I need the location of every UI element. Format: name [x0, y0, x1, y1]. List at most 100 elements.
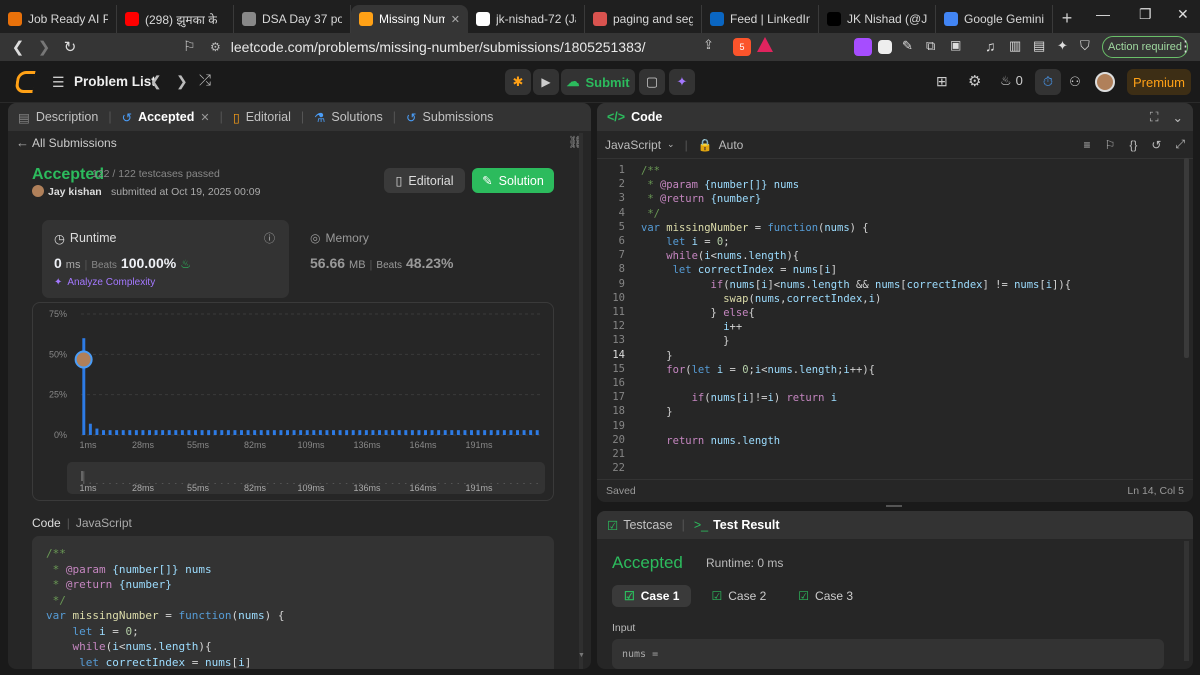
menu-icon[interactable]: ⋮ [1178, 37, 1193, 55]
add-friend-button[interactable]: ⚇ [1063, 69, 1087, 95]
info-icon[interactable]: ⓘ [264, 230, 275, 246]
code-line[interactable]: } [641, 405, 672, 419]
code-line[interactable]: /** [641, 164, 660, 178]
code-line[interactable]: * @return {number} [641, 192, 761, 206]
code-editor[interactable]: 1 /** 2 * @param {number[]} nums 3 * @retur… [597, 160, 1193, 474]
braces-icon[interactable]: {} [1129, 138, 1137, 152]
forward-icon[interactable]: ❯ [36, 38, 52, 56]
format-icon[interactable]: ≡ [1084, 138, 1091, 152]
maximize-icon[interactable]: ❐ [1139, 6, 1152, 23]
list-icon[interactable]: ☰ [52, 74, 65, 91]
reload-icon[interactable]: ↻ [62, 38, 78, 56]
code-line[interactable]: } else{ [641, 306, 755, 320]
scroll-down-icon[interactable]: ▼ [578, 652, 585, 659]
streak-counter[interactable]: ♨ 0 [1000, 73, 1023, 89]
extension-icon[interactable] [878, 40, 892, 54]
code-line[interactable]: var missingNumber = function(nums) { [641, 221, 869, 235]
tab-youtube[interactable]: (298) झुमका के [117, 5, 234, 33]
run-button[interactable]: ▶ [533, 69, 559, 95]
author-name[interactable]: Jay kishan [48, 186, 102, 198]
tab-description[interactable]: Description [36, 110, 99, 124]
language-selector[interactable]: JavaScript [605, 138, 661, 152]
case-tab-1[interactable]: ☑ Case 1 [612, 585, 692, 607]
share-icon[interactable]: ⇪ [703, 37, 714, 53]
bookmark-code-icon[interactable]: ⚐ [1105, 138, 1116, 152]
screenshot-icon[interactable]: ▣ [950, 38, 968, 56]
next-problem-icon[interactable]: ❯ [176, 73, 188, 90]
avatar[interactable] [1095, 72, 1115, 92]
tab-missing-number[interactable]: Missing Numb ✕ [351, 5, 468, 33]
notes-button[interactable]: ▢ [639, 69, 665, 95]
code-line[interactable]: return nums.length [641, 434, 780, 448]
code-line[interactable]: let i = 0; [641, 235, 729, 249]
bookmark-icon[interactable]: ⚐ [183, 38, 196, 55]
tab-gemini[interactable]: Google Gemini [936, 5, 1053, 33]
back-arrow-icon[interactable]: ← [16, 135, 29, 150]
vpn-icon[interactable]: ⛉ [1080, 38, 1098, 56]
memory-header[interactable]: ◎ Memory [310, 231, 369, 245]
tab-testcase[interactable]: Testcase [623, 518, 672, 532]
back-icon[interactable]: ❮ [10, 38, 26, 56]
wallet-icon[interactable]: ▤ [1033, 38, 1051, 56]
case-tab-2[interactable]: ☑ Case 2 [699, 585, 778, 607]
all-submissions-link[interactable]: All Submissions [32, 136, 117, 150]
layout-icon[interactable]: ⊞ [936, 73, 948, 90]
tab-editorial[interactable]: Editorial [246, 110, 291, 124]
debug-button[interactable]: ✱ [505, 69, 531, 95]
new-tab-button[interactable]: + [1053, 5, 1081, 33]
code-line[interactable]: * @param {number[]} nums [641, 178, 799, 192]
result-scrollbar[interactable] [1184, 541, 1189, 661]
code-line[interactable]: for(let i = 0;i<nums.length;i++){ [641, 363, 875, 377]
fullscreen-icon[interactable]: ⤢ [1175, 137, 1185, 152]
premium-button[interactable]: Premium [1127, 69, 1191, 95]
sidebar-icon[interactable]: ▥ [1009, 38, 1027, 56]
shuffle-icon[interactable]: ⤮ [199, 72, 211, 89]
close-tab-icon[interactable]: ✕ [200, 111, 209, 124]
code-line[interactable]: } [641, 334, 729, 348]
tab-test-result[interactable]: Test Result [713, 518, 779, 532]
media-icon[interactable]: ♫ [985, 38, 1003, 56]
maximize-panel-icon[interactable]: ⛶ [1150, 110, 1159, 125]
code-line[interactable]: swap(nums,correctIndex,i) [641, 292, 881, 306]
code-line[interactable]: let correctIndex = nums[i] [641, 263, 837, 277]
runtime-card[interactable]: ◷ Runtime ⓘ 0 ms | Beats 100.00% ♨ ✦ Analy… [42, 220, 289, 298]
left-scrollbar[interactable] [579, 133, 583, 669]
code-line[interactable]: } [641, 349, 672, 363]
input-box[interactable]: nums = [612, 639, 1164, 669]
settings-icon[interactable]: ⚙ [968, 72, 981, 90]
code-line[interactable]: */ [641, 207, 660, 221]
leo-ai-icon[interactable]: ✦ [1057, 38, 1075, 56]
tab-accepted[interactable]: Accepted [138, 110, 194, 124]
address-bar[interactable]: ⚙ leetcode.com/problems/missing-number/s… [210, 36, 730, 58]
submit-button[interactable]: ☁ Submit [561, 69, 635, 95]
extension-icon[interactable] [854, 38, 872, 56]
chevron-down-icon[interactable]: ⌄ [667, 139, 675, 150]
tab-solutions[interactable]: Solutions [331, 110, 382, 124]
tab-x-profile[interactable]: JK Nishad (@JKNi [819, 5, 936, 33]
pen-icon[interactable]: ✎ [902, 38, 920, 56]
code-line[interactable]: if(nums[i]<nums.length && nums[correctIn… [641, 278, 1071, 292]
brave-shield-icon[interactable]: 5 [733, 38, 751, 56]
tab-submissions[interactable]: Submissions [423, 110, 494, 124]
tab-paging[interactable]: paging and segme [585, 5, 702, 33]
code-line[interactable]: while(i<nums.length){ [641, 249, 799, 263]
editor-scrollbar[interactable] [1184, 158, 1189, 358]
problem-list-link[interactable]: Problem List [74, 74, 156, 89]
leetcode-logo-icon[interactable] [14, 71, 36, 93]
tab-dsa-post[interactable]: DSA Day 37 post [234, 5, 351, 33]
author-avatar[interactable] [32, 185, 44, 197]
reset-icon[interactable]: ↺ [1151, 138, 1161, 152]
close-tab-icon[interactable]: ✕ [451, 13, 460, 26]
brave-rewards-icon[interactable] [757, 37, 773, 52]
resize-handle[interactable] [886, 505, 902, 507]
editorial-button[interactable]: ▯ Editorial [384, 168, 465, 193]
puzzle-icon[interactable]: ⧉ [926, 38, 944, 56]
timer-button[interactable]: ⏱ [1035, 69, 1061, 95]
close-window-icon[interactable]: ✕ [1177, 6, 1189, 23]
code-line[interactable]: i++ [641, 320, 742, 334]
case-tab-3[interactable]: ☑ Case 3 [786, 585, 865, 607]
action-required-button[interactable]: Action required [1102, 36, 1188, 58]
auto-mode-label[interactable]: Auto [719, 138, 744, 152]
prev-problem-icon[interactable]: ❮ [150, 73, 162, 90]
minimize-icon[interactable]: — [1096, 6, 1110, 22]
